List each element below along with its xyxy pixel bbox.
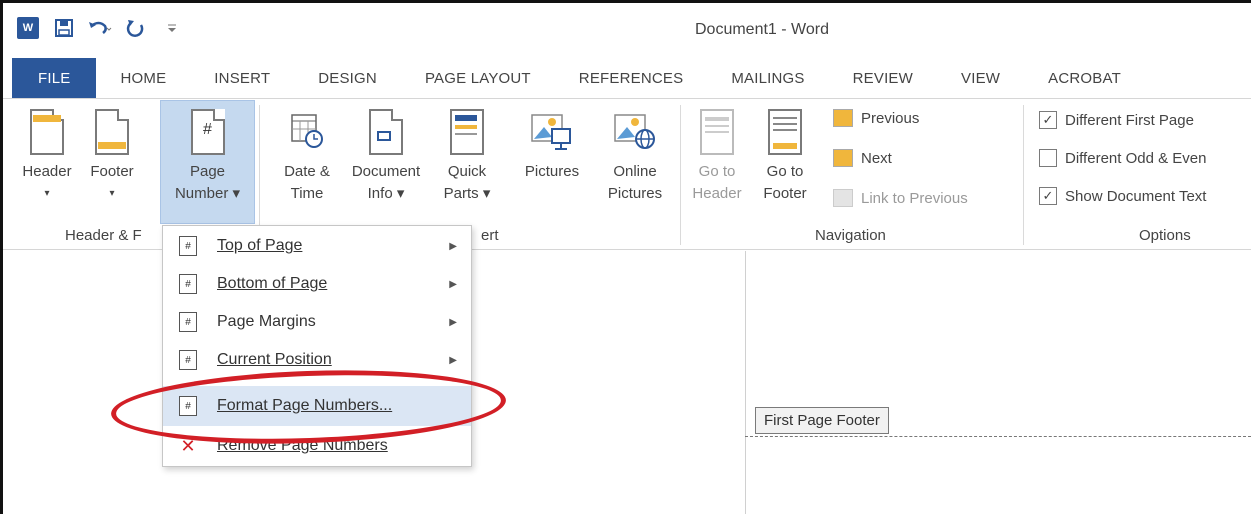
- menu-item-current-position[interactable]: # Current Position ▶: [163, 340, 471, 380]
- menu-item-format-page-numbers[interactable]: # Format Page Numbers...: [163, 386, 471, 426]
- ribbon-tabs: FILE HOME INSERT DESIGN PAGE LAYOUT REFE…: [3, 58, 1251, 98]
- tab-acrobat[interactable]: ACROBAT: [1024, 58, 1145, 98]
- menu-item-bottom-of-page[interactable]: # Bottom of Page ▶: [163, 264, 471, 304]
- group-label-header-footer: Header & F: [65, 227, 142, 244]
- page-number-button[interactable]: # Page Number ▾: [160, 100, 255, 224]
- menu-item-top-of-page[interactable]: # Top of Page ▶: [163, 226, 471, 266]
- tab-view[interactable]: VIEW: [937, 58, 1024, 98]
- go-to-header-icon: [700, 109, 734, 155]
- menu-item-page-margins[interactable]: # Page Margins ▶: [163, 302, 471, 342]
- remove-page-numbers-icon: ✕: [179, 435, 197, 456]
- go-to-footer-icon: [768, 109, 802, 155]
- different-odd-even-option[interactable]: Different Odd & Even: [1039, 149, 1206, 167]
- submenu-arrow-icon: ▶: [449, 278, 457, 290]
- previous-icon: [833, 109, 853, 127]
- tab-page-layout[interactable]: PAGE LAYOUT: [401, 58, 555, 98]
- checkbox-checked[interactable]: ✓: [1039, 111, 1057, 129]
- header-icon: [30, 109, 64, 155]
- tab-mailings[interactable]: MAILINGS: [707, 58, 828, 98]
- go-to-footer-button[interactable]: Go to Footer: [747, 101, 823, 219]
- title-bar: W Document1 - Word: [3, 3, 1251, 58]
- group-label-options: Options: [1139, 227, 1191, 244]
- quick-parts-button[interactable]: Quick Parts ▾: [435, 101, 499, 219]
- word-window: W Document1 - Word FILE HOME INSERT DESI…: [0, 0, 1251, 514]
- document-info-button[interactable]: Document Info ▾: [343, 101, 429, 219]
- submenu-arrow-icon: ▶: [449, 316, 457, 328]
- online-pictures-button[interactable]: Online Pictures: [599, 101, 671, 219]
- footer-button[interactable]: Footer ▾: [81, 101, 143, 219]
- footer-boundary: [745, 436, 1251, 437]
- first-page-footer-tag: First Page Footer: [755, 407, 889, 434]
- group-label-navigation: Navigation: [815, 227, 886, 244]
- tab-file[interactable]: FILE: [12, 58, 97, 98]
- page-margins-icon: #: [179, 312, 197, 332]
- calendar-clock-icon: [290, 109, 324, 155]
- different-first-page-option[interactable]: ✓ Different First Page: [1039, 111, 1194, 129]
- checkbox-checked[interactable]: ✓: [1039, 187, 1057, 205]
- next-icon: [833, 149, 853, 167]
- show-document-text-option[interactable]: ✓ Show Document Text: [1039, 187, 1206, 205]
- pictures-button[interactable]: Pictures: [513, 101, 591, 219]
- current-position-icon: #: [179, 350, 197, 370]
- next-button[interactable]: Next: [833, 149, 892, 167]
- footer-icon: [95, 109, 129, 155]
- header-button[interactable]: Header ▾: [17, 101, 77, 219]
- tab-review[interactable]: REVIEW: [829, 58, 937, 98]
- submenu-arrow-icon: ▶: [449, 240, 457, 252]
- tab-home[interactable]: HOME: [96, 58, 190, 98]
- page-margin-line: [745, 251, 746, 514]
- link-icon: [833, 189, 853, 207]
- document-info-icon: [369, 109, 403, 155]
- date-time-button[interactable]: Date & Time: [271, 101, 343, 219]
- previous-button[interactable]: Previous: [833, 109, 919, 127]
- menu-item-remove-page-numbers[interactable]: ✕ Remove Page Numbers: [163, 426, 471, 466]
- tab-references[interactable]: REFERENCES: [555, 58, 708, 98]
- tab-insert[interactable]: INSERT: [190, 58, 294, 98]
- format-page-numbers-icon: #: [179, 396, 197, 416]
- window-title: Document1 - Word: [695, 21, 829, 38]
- quick-parts-icon: [450, 109, 484, 155]
- submenu-arrow-icon: ▶: [449, 354, 457, 366]
- bottom-of-page-icon: #: [179, 274, 197, 294]
- go-to-header-button[interactable]: Go to Header: [689, 101, 745, 219]
- page-number-icon: #: [190, 109, 225, 155]
- top-of-page-icon: #: [179, 236, 197, 256]
- group-label-insert: ert: [481, 227, 499, 244]
- pictures-icon: [530, 109, 574, 155]
- page-number-menu: # Top of Page ▶ # Bottom of Page ▶ # Pag…: [162, 225, 472, 467]
- checkbox-unchecked[interactable]: [1039, 149, 1057, 167]
- tab-design[interactable]: DESIGN: [294, 58, 401, 98]
- link-to-previous-button[interactable]: Link to Previous: [833, 189, 968, 207]
- online-pictures-icon: [613, 109, 657, 155]
